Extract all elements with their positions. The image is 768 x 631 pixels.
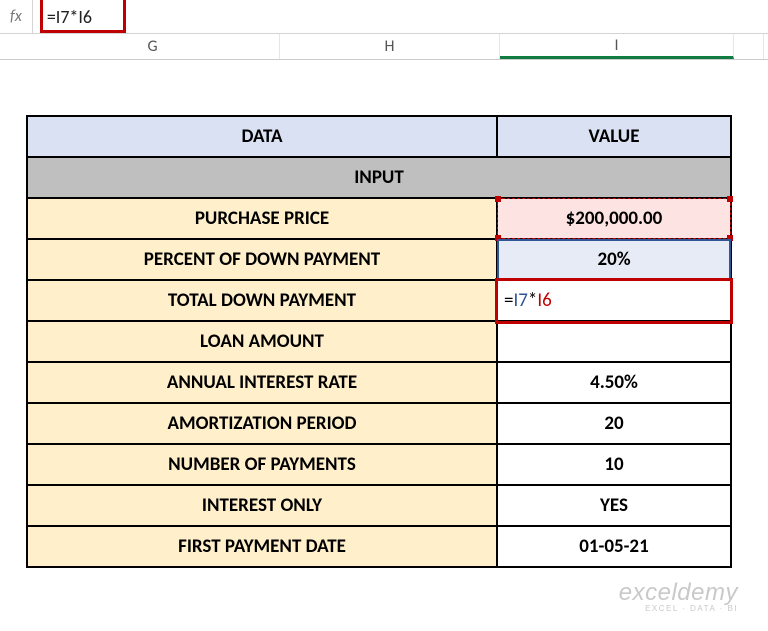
row-percent-down: PERCENT OF DOWN PAYMENT 20% [27,239,731,280]
sheet-body: DATA VALUE INPUT PURCHASE PRICE $200,000… [0,60,768,568]
column-header-h[interactable]: H [280,34,500,59]
formula-ref-i7: I7 [513,289,527,312]
watermark: exceldemy EXCEL · DATA · BI [619,581,738,613]
value-purchase-price: $200,000.00 [566,207,663,230]
data-table: DATA VALUE INPUT PURCHASE PRICE $200,000… [26,115,732,568]
value-interest-only[interactable]: YES [497,485,731,526]
row-loan-amount: LOAN AMOUNT [27,321,731,362]
label-interest-only[interactable]: INTEREST ONLY [27,485,497,526]
label-loan-amount[interactable]: LOAN AMOUNT [27,321,497,362]
value-num-payments[interactable]: 10 [497,444,731,485]
cell-i6[interactable]: $200,000.00 [497,198,731,239]
watermark-line2: EXCEL · DATA · BI [619,605,738,613]
label-annual-rate[interactable]: ANNUAL INTEREST RATE [27,362,497,403]
label-purchase-price[interactable]: PURCHASE PRICE [27,198,497,239]
value-amort-period[interactable]: 20 [497,403,731,444]
row-purchase-price: PURCHASE PRICE $200,000.00 [27,198,731,239]
fx-icon[interactable]: fx [4,0,33,33]
formula-operator: * [528,289,537,312]
formula-input[interactable]: =I7*I6 [33,0,768,33]
label-first-payment[interactable]: FIRST PAYMENT DATE [27,526,497,567]
row-interest-only: INTEREST ONLY YES [27,485,731,526]
cell-i8-editing[interactable]: =I7*I6 [497,280,731,321]
section-input[interactable]: INPUT [27,157,731,198]
header-data[interactable]: DATA [27,116,497,157]
col-spacer [0,34,26,59]
label-total-down[interactable]: TOTAL DOWN PAYMENT [27,280,497,321]
table-header-row: DATA VALUE [27,116,731,157]
header-value[interactable]: VALUE [497,116,731,157]
label-num-payments[interactable]: NUMBER OF PAYMENTS [27,444,497,485]
cell-i7[interactable]: 20% [497,239,731,280]
value-first-payment[interactable]: 01-05-21 [497,526,731,567]
value-percent-down: 20% [597,248,630,271]
column-header-next[interactable] [734,34,764,59]
watermark-line1: exceldemy [619,581,738,605]
row-num-payments: NUMBER OF PAYMENTS 10 [27,444,731,485]
row-total-down: TOTAL DOWN PAYMENT =I7*I6 [27,280,731,321]
formula-ref-i6: I6 [537,289,551,312]
value-loan-amount[interactable] [497,321,731,362]
label-amort-period[interactable]: AMORTIZATION PERIOD [27,403,497,444]
row-first-payment: FIRST PAYMENT DATE 01-05-21 [27,526,731,567]
formula-text: =I7*I6 [47,6,92,28]
formula-bar: fx =I7*I6 [0,0,768,34]
row-amort-period: AMORTIZATION PERIOD 20 [27,403,731,444]
column-headers: G H I [0,34,768,60]
value-annual-rate[interactable]: 4.50% [497,362,731,403]
column-header-g[interactable]: G [26,34,280,59]
row-annual-rate: ANNUAL INTEREST RATE 4.50% [27,362,731,403]
section-row: INPUT [27,157,731,198]
label-percent-down[interactable]: PERCENT OF DOWN PAYMENT [27,239,497,280]
column-header-i[interactable]: I [500,34,734,59]
